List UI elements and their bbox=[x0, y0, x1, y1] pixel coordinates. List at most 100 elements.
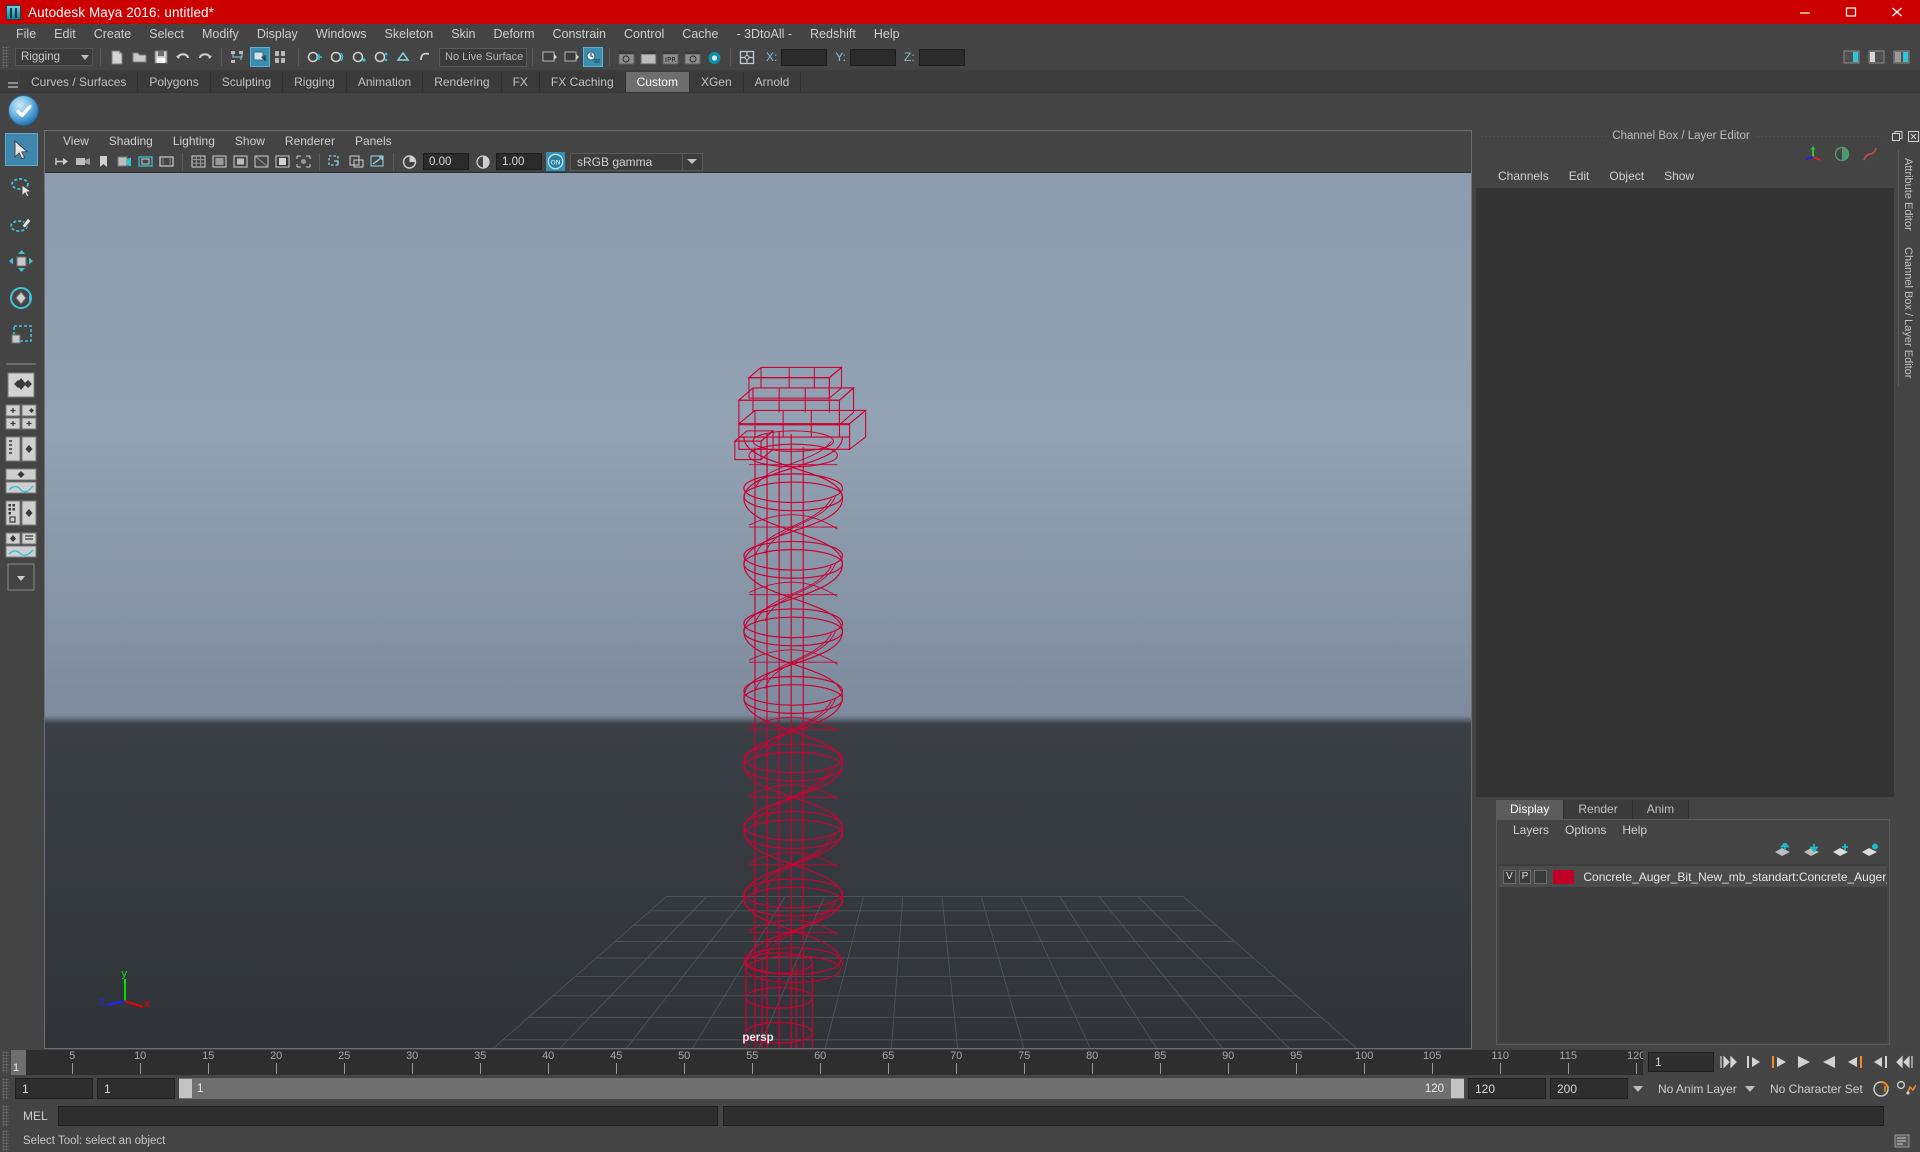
make-live-icon[interactable] bbox=[415, 47, 435, 67]
z-coord-input[interactable] bbox=[918, 48, 965, 66]
layer-playback-toggle[interactable]: P bbox=[1518, 869, 1532, 884]
redshift-render-icon[interactable] bbox=[704, 47, 724, 67]
shelf-tab-curves-surfaces[interactable]: Curves / Surfaces bbox=[20, 72, 139, 92]
move-tool[interactable] bbox=[5, 244, 38, 277]
rotate-tool[interactable] bbox=[5, 281, 38, 314]
menu-3dtoall[interactable]: - 3DtoAll - bbox=[727, 24, 801, 44]
gate-mask-icon[interactable] bbox=[252, 152, 271, 171]
film-gate-toggle-icon[interactable] bbox=[210, 152, 229, 171]
render-region-icon[interactable] bbox=[682, 47, 702, 67]
anim-layer-field[interactable]: No Anim Layer bbox=[1652, 1078, 1740, 1099]
menu-redshift[interactable]: Redshift bbox=[801, 24, 865, 44]
side-tab-attribute-editor[interactable]: Attribute Editor bbox=[1898, 150, 1917, 239]
menu-display[interactable]: Display bbox=[248, 24, 307, 44]
camera-attributes-icon[interactable] bbox=[73, 152, 92, 171]
color-management-toggle-icon[interactable]: ON bbox=[546, 152, 565, 171]
shelf-tab-polygons[interactable]: Polygons bbox=[138, 72, 211, 92]
ipr-render-icon[interactable] bbox=[638, 47, 658, 67]
go-to-start-icon[interactable] bbox=[1719, 1052, 1739, 1072]
single-perspective-layout[interactable] bbox=[5, 371, 37, 399]
viewport-menu-panels[interactable]: Panels bbox=[345, 134, 402, 148]
render-sequence-icon[interactable] bbox=[561, 47, 581, 67]
shelf-grip[interactable] bbox=[6, 74, 20, 92]
exposure-value[interactable]: 0.00 bbox=[423, 153, 469, 170]
play-forwards-icon[interactable] bbox=[1819, 1052, 1839, 1072]
viewport-menu-lighting[interactable]: Lighting bbox=[163, 134, 225, 148]
tab-render[interactable]: Render bbox=[1564, 800, 1633, 819]
menu-modify[interactable]: Modify bbox=[193, 24, 248, 44]
object-menu[interactable]: Object bbox=[1599, 169, 1654, 183]
select-by-component-type-icon[interactable] bbox=[272, 47, 292, 67]
select-by-object-type-icon[interactable] bbox=[250, 47, 270, 67]
show-channel-box-icon[interactable] bbox=[1891, 47, 1911, 67]
y-coord-input[interactable] bbox=[850, 48, 897, 66]
tab-anim[interactable]: Anim bbox=[1632, 800, 1690, 819]
shelf-tab-arnold[interactable]: Arnold bbox=[743, 72, 802, 92]
new-layer-from-selected-icon[interactable] bbox=[1861, 843, 1879, 860]
menu-file[interactable]: File bbox=[7, 24, 45, 44]
paint-select-tool[interactable] bbox=[5, 207, 38, 240]
redo-icon[interactable] bbox=[195, 47, 215, 67]
step-back-keyframe-icon[interactable] bbox=[1744, 1052, 1764, 1072]
command-output-field[interactable] bbox=[722, 1106, 1884, 1126]
shelf-tab-fx-caching[interactable]: FX Caching bbox=[539, 72, 626, 92]
xray-active-components-icon[interactable] bbox=[368, 152, 387, 171]
maximize-icon[interactable] bbox=[1828, 0, 1874, 24]
ipr-label-icon[interactable]: IPR bbox=[660, 47, 680, 67]
status-line-grip[interactable] bbox=[2, 46, 9, 68]
go-to-end-icon[interactable] bbox=[1894, 1052, 1914, 1072]
menu-control[interactable]: Control bbox=[615, 24, 673, 44]
grid-toggle-icon[interactable] bbox=[189, 152, 208, 171]
shelf-tab-xgen[interactable]: XGen bbox=[689, 72, 744, 92]
menu-cache[interactable]: Cache bbox=[673, 24, 727, 44]
resolution-gate-toggle-icon[interactable] bbox=[231, 152, 250, 171]
close-icon[interactable] bbox=[1906, 129, 1920, 143]
layer-list[interactable]: V P Concrete_Auger_Bit_New_mb_standart:C… bbox=[1499, 864, 1887, 1042]
bookmark-icon[interactable] bbox=[94, 152, 113, 171]
step-forward-frame-icon[interactable] bbox=[1844, 1052, 1864, 1072]
shelf-tab-fx[interactable]: FX bbox=[501, 72, 540, 92]
menu-windows[interactable]: Windows bbox=[307, 24, 376, 44]
channels-menu[interactable]: Channels bbox=[1488, 169, 1559, 183]
snap-to-grid-icon[interactable] bbox=[305, 47, 325, 67]
move-manipulator-icon[interactable] bbox=[1805, 145, 1822, 165]
film-gate-icon[interactable] bbox=[157, 152, 176, 171]
close-icon[interactable] bbox=[1874, 0, 1920, 24]
menu-create[interactable]: Create bbox=[85, 24, 141, 44]
render-settings-icon[interactable] bbox=[583, 47, 603, 67]
viewport-menu-show[interactable]: Show bbox=[225, 134, 275, 148]
script-editor-icon[interactable] bbox=[1892, 1132, 1912, 1150]
toggle-editors-icon[interactable] bbox=[737, 47, 757, 67]
snap-to-point-icon[interactable] bbox=[349, 47, 369, 67]
playback-options-dropdown[interactable] bbox=[1628, 1078, 1648, 1099]
viewport-menu-renderer[interactable]: Renderer bbox=[275, 134, 345, 148]
persp-graph-layout[interactable] bbox=[5, 467, 37, 495]
hypershade-persp-layout[interactable] bbox=[5, 499, 37, 527]
shelf-tab-sculpting[interactable]: Sculpting bbox=[210, 72, 284, 92]
twopoint-resolution-gate-icon[interactable] bbox=[136, 152, 155, 171]
select-by-hierarchy-icon[interactable] bbox=[228, 47, 248, 67]
snap-to-projected-center-icon[interactable] bbox=[371, 47, 391, 67]
new-layer-icon[interactable] bbox=[1832, 843, 1850, 860]
lasso-select-tool[interactable] bbox=[5, 170, 38, 203]
layer-lock-toggle[interactable] bbox=[1534, 869, 1548, 884]
play-backwards-icon[interactable] bbox=[1794, 1052, 1814, 1072]
viewport-menu-view[interactable]: View bbox=[53, 134, 99, 148]
undo-icon[interactable] bbox=[173, 47, 193, 67]
snap-to-view-plane-icon[interactable] bbox=[393, 47, 413, 67]
command-line-grip[interactable] bbox=[2, 1105, 9, 1127]
anim-layer-dropdown[interactable] bbox=[1740, 1078, 1760, 1099]
range-slider-grip[interactable] bbox=[2, 1077, 9, 1100]
exposure-toggle-icon[interactable] bbox=[273, 152, 292, 171]
edit-menu[interactable]: Edit bbox=[1559, 169, 1600, 183]
snap-to-curve-icon[interactable] bbox=[327, 47, 347, 67]
open-render-view-icon[interactable] bbox=[539, 47, 559, 67]
scale-tool[interactable] bbox=[5, 318, 38, 351]
live-surface-field[interactable]: No Live Surface bbox=[439, 47, 527, 67]
select-tool[interactable] bbox=[4, 133, 38, 166]
gamma-value[interactable]: 1.00 bbox=[496, 153, 542, 170]
x-coord-input[interactable] bbox=[781, 48, 828, 66]
save-scene-icon[interactable] bbox=[151, 47, 171, 67]
range-slider[interactable]: 1 120 bbox=[179, 1078, 1464, 1099]
outliner-persp-layout[interactable] bbox=[5, 435, 37, 463]
